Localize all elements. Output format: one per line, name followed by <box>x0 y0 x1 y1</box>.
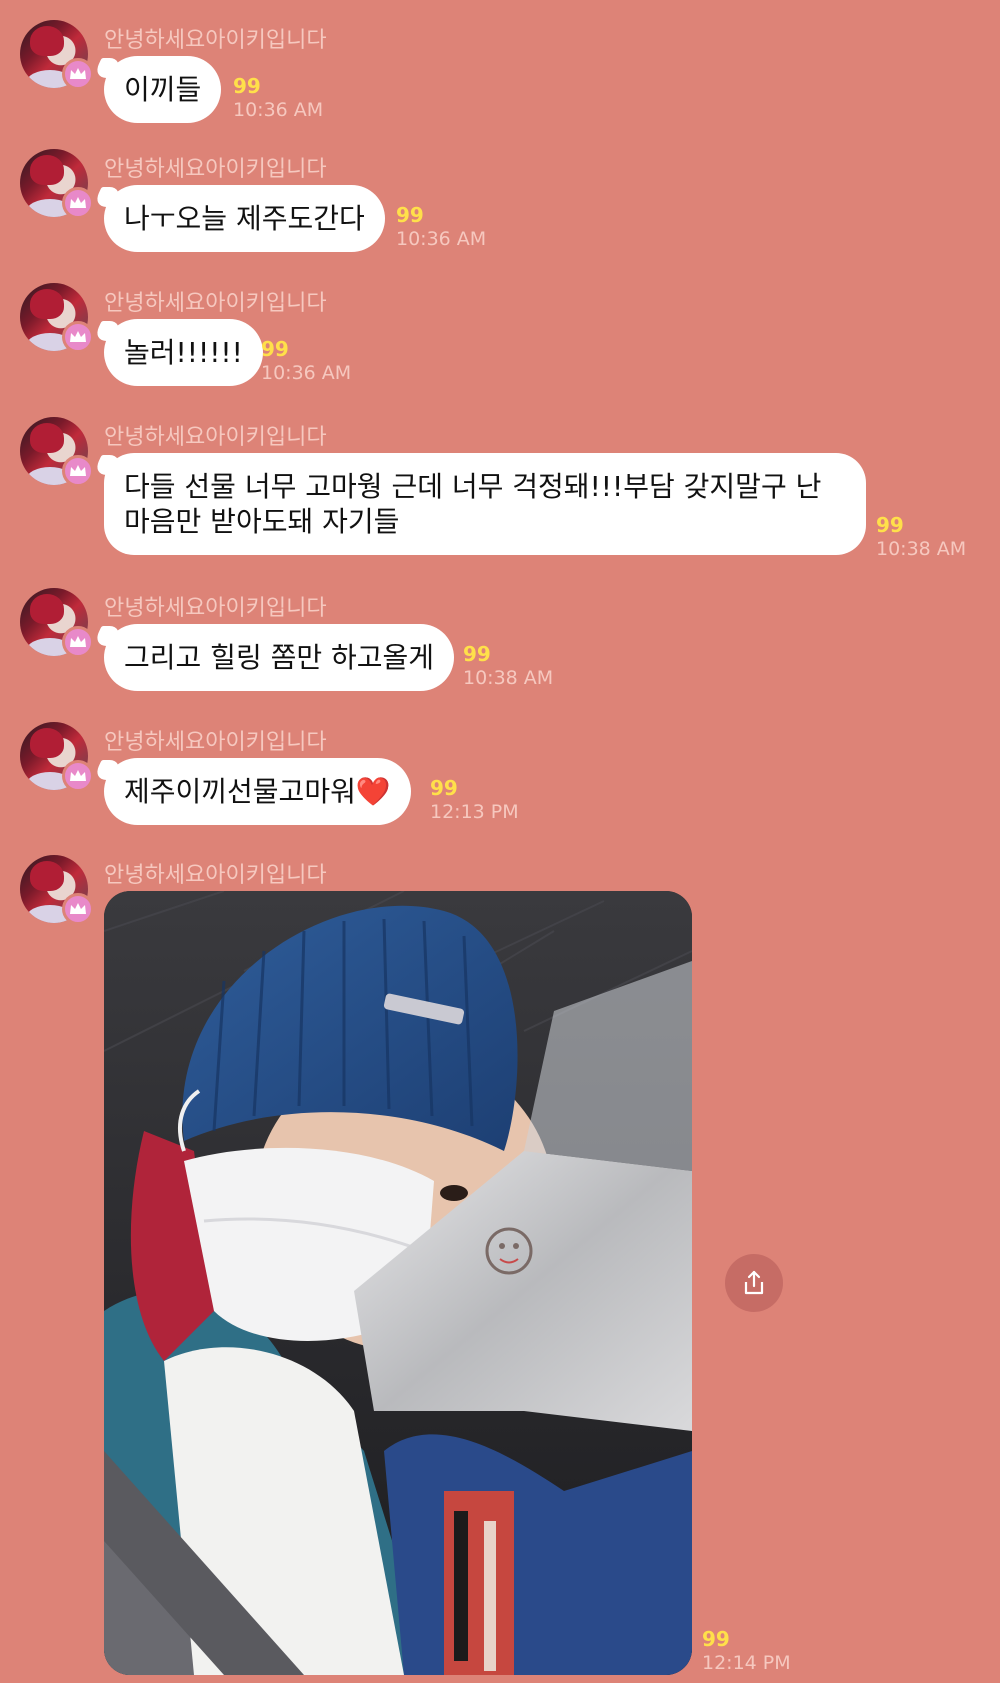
sender-name: 안녕하세요아이키입니다 <box>104 730 327 755</box>
message-text: 다들 선물 너무 고마웡 근데 너무 걱정돼!!!부담 갖지말구 난 마음만 받… <box>124 470 822 538</box>
message-text: 이끼들 <box>124 73 202 106</box>
message-time: 10:38 AM <box>463 667 554 689</box>
crown-icon <box>62 58 94 90</box>
avatar[interactable] <box>20 722 94 792</box>
message-text: 그리고 힐링 쫌만 하고올게 <box>124 641 435 674</box>
photo-attachment[interactable] <box>104 891 692 1675</box>
message-meta: 99 10:38 AM <box>876 513 966 561</box>
unread-count: 99 <box>702 1627 730 1651</box>
bubble-tail <box>92 58 124 78</box>
message-bubble[interactable]: 다들 선물 너무 고마웡 근데 너무 걱정돼!!!부담 갖지말구 난 마음만 받… <box>92 453 866 555</box>
selfie-image <box>104 891 692 1675</box>
message-text: 제주이끼선물고마워❤️ <box>124 775 391 808</box>
message-time: 12:13 PM <box>430 801 519 823</box>
share-icon <box>744 1270 764 1295</box>
message-time: 12:14 PM <box>702 1652 791 1674</box>
avatar[interactable] <box>20 20 94 90</box>
unread-count: 99 <box>233 74 261 98</box>
message-bubble[interactable]: 이끼들 <box>92 56 222 123</box>
share-button[interactable] <box>725 1254 783 1312</box>
unread-count: 99 <box>430 776 458 800</box>
avatar[interactable] <box>20 283 94 353</box>
crown-icon <box>62 893 94 925</box>
message-time: 10:36 AM <box>396 228 487 250</box>
sender-name: 안녕하세요아이키입니다 <box>104 863 327 888</box>
avatar[interactable] <box>20 417 94 487</box>
unread-count: 99 <box>396 203 424 227</box>
message-time: 10:36 AM <box>233 99 324 121</box>
message-meta: 99 10:38 AM <box>463 642 553 690</box>
sender-name: 안녕하세요아이키입니다 <box>104 28 327 53</box>
crown-icon <box>62 321 94 353</box>
chat-thread[interactable]: 안녕하세요아이키입니다 이끼들 99 10:36 AM 안녕하세요아이키입니다 … <box>0 0 1000 1683</box>
avatar[interactable] <box>20 149 94 219</box>
bubble-tail <box>92 321 124 341</box>
message-time: 10:36 AM <box>261 362 352 384</box>
unread-count: 99 <box>463 642 491 666</box>
message-bubble[interactable]: 제주이끼선물고마워❤️ <box>92 758 411 825</box>
message-text: 놀러!!!!!! <box>124 336 243 369</box>
message-meta: 99 12:13 PM <box>430 776 519 824</box>
message-time: 10:38 AM <box>876 538 967 560</box>
sender-name: 안녕하세요아이키입니다 <box>104 596 327 621</box>
unread-count: 99 <box>261 337 289 361</box>
message-meta: 99 10:36 AM <box>261 337 351 385</box>
bubble-tail <box>92 187 124 207</box>
crown-icon <box>62 187 94 219</box>
bubble-tail <box>92 760 124 780</box>
avatar[interactable] <box>20 588 94 658</box>
bubble-tail <box>92 626 124 646</box>
crown-icon <box>62 455 94 487</box>
sender-name: 안녕하세요아이키입니다 <box>104 291 327 316</box>
bubble-tail <box>92 455 124 475</box>
message-bubble[interactable]: 놀러!!!!!! <box>92 319 263 386</box>
unread-count: 99 <box>876 513 904 537</box>
message-bubble[interactable]: 그리고 힐링 쫌만 하고올게 <box>92 624 455 691</box>
message-meta: 99 12:14 PM <box>702 1627 791 1675</box>
avatar[interactable] <box>20 855 94 925</box>
message-meta: 99 10:36 AM <box>396 203 486 251</box>
message-meta: 99 10:36 AM <box>233 74 323 122</box>
message-bubble[interactable]: 나ㅜ오늘 제주도간다 <box>92 185 385 252</box>
crown-icon <box>62 760 94 792</box>
sender-name: 안녕하세요아이키입니다 <box>104 425 327 450</box>
crown-icon <box>62 626 94 658</box>
sender-name: 안녕하세요아이키입니다 <box>104 157 327 182</box>
message-text: 나ㅜ오늘 제주도간다 <box>124 202 365 235</box>
